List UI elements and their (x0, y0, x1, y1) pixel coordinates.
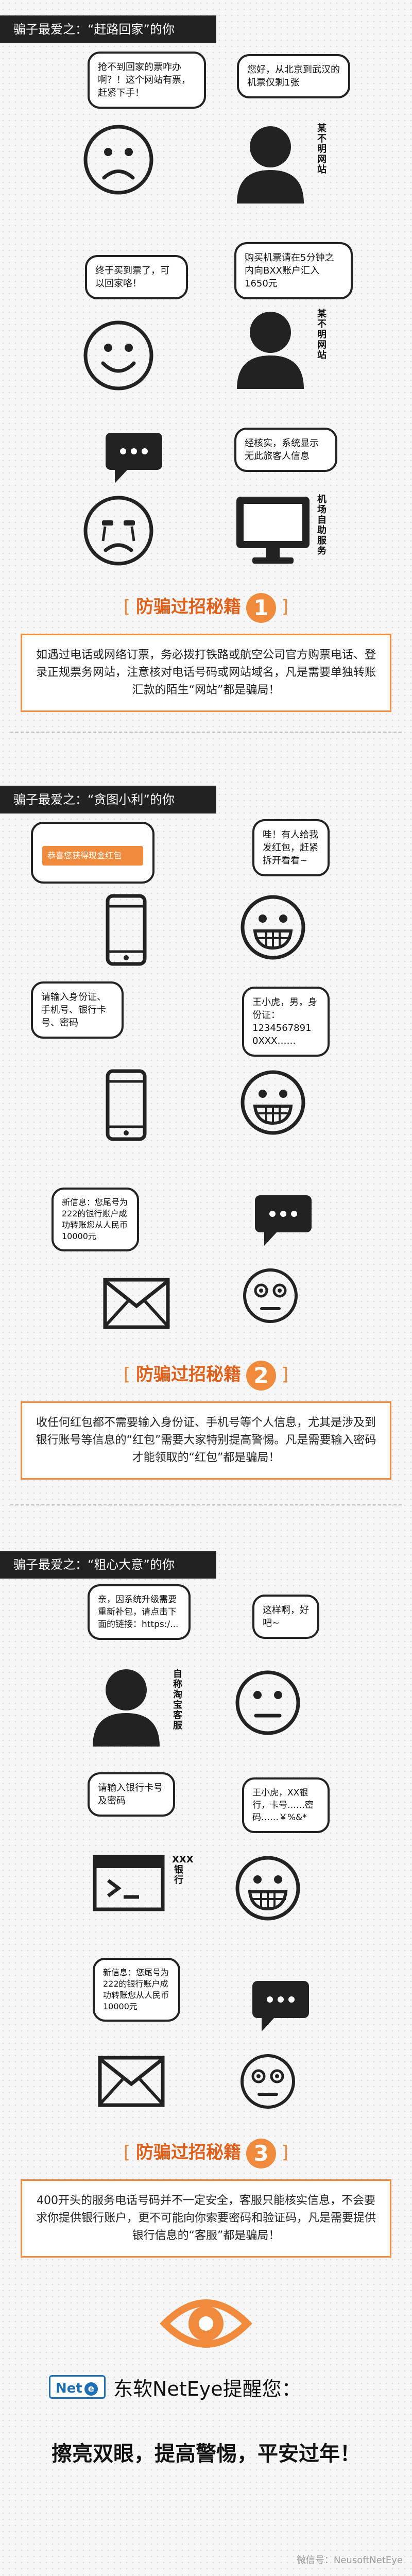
smartphone-icon (106, 1069, 147, 1141)
envelope-icon (98, 2056, 165, 2107)
browser-window-icon (93, 1855, 165, 1911)
sad-face-icon (83, 125, 153, 195)
speech-bubble-14: 新信息：您尾号为222的银行账户成功转账您从人民币10000元 (93, 1958, 180, 2022)
chat-bubble-icon (106, 433, 162, 483)
speech-bubble-10: 亲，因系统升级需要重新补包，请点击下面的链接：https:/... (88, 1584, 191, 1640)
grinning-face-icon (241, 1070, 305, 1135)
eye-icon (160, 2299, 252, 2348)
section2-banner: 骗子最爱之：“贪图小利”的你 (0, 786, 216, 814)
caption-fake-service: 自称淘宝客服 (173, 1669, 182, 1731)
person-icon (237, 312, 304, 389)
chat-bubble-icon (255, 1195, 312, 1246)
speech-bubble-3: 终于买到票了，可以回家咯！ (85, 255, 188, 299)
tip1-number: 1 (246, 592, 276, 623)
slogan: 擦亮双眼，提高警惕，平安过年！ (52, 2442, 360, 2466)
shocked-face-icon (241, 2054, 295, 2109)
section1-banner: 骗子最爱之：“赶路回家”的你 (0, 15, 216, 43)
person-icon (93, 1669, 160, 1747)
caption-unknown-site-1: 某不明网站 (317, 123, 327, 175)
tip3-number: 3 (246, 2138, 276, 2168)
neutral-face-icon (235, 1670, 300, 1735)
grinning-face-icon (241, 895, 305, 960)
tip2-text: 收任何红包都不需要输入身份证、手机号等个人信息，尤其是涉及到银行账号等信息的“红… (21, 1401, 391, 1480)
speech-bubble-phone: 恭喜您获得现金红包 (31, 822, 154, 884)
tip1-title: [ 防骗过招秘籍 1 ] (0, 592, 412, 623)
grinning-face-icon (235, 1856, 300, 1921)
tip3-title: [ 防骗过招秘籍 3 ] (0, 2138, 412, 2168)
tip3-text: 400开头的服务电话号码并不一定安全，客服只能核实信息，不会要求你提供银行账户，… (21, 2179, 391, 2258)
person-icon (237, 126, 304, 204)
section3-banner: 骗子最爱之：“粗心大意”的你 (0, 1551, 216, 1579)
speech-bubble-7: 请输入身份证、手机号、银行卡号、密码 (31, 981, 124, 1039)
brand-reminder: 东软NetEye提醒您： (113, 2378, 301, 2400)
speech-bubble-12: 请输入银行卡号及密码 (88, 1772, 175, 1817)
speech-bubble-2: 您好，从北京到武汉的机票仅剩1张 (237, 54, 350, 98)
speech-bubble-9: 新信息：您尾号为222的银行账户成功转账您从人民币10000元 (52, 1188, 139, 1251)
logo-text: Net (56, 2381, 82, 2396)
caption-airport-kiosk: 机场自助服务 (317, 494, 327, 556)
speech-bubble-1: 抢不到回家的票咋办啊？！这个网站有票，赶紧下手！ (88, 52, 206, 109)
crying-face-icon (83, 496, 153, 566)
tip1-text: 如遇过电话或网络订票，务必拨打铁路或航空公司官方购票电话、登录正规票务网站，注意… (21, 634, 391, 712)
section-divider (10, 1504, 402, 1505)
smiley-face-icon (83, 320, 153, 391)
logo-e-icon: e (84, 2382, 98, 2396)
speech-bubble-4: 购买机票请在5分钟之内向BXX账户汇入1650元 (234, 242, 353, 299)
chat-bubble-icon (252, 1981, 309, 2031)
watermark: 微信号：NeusoftNetEye (296, 2555, 403, 2566)
speech-bubble-11: 这样啊，好吧~ (252, 1595, 319, 1639)
envelope-icon (103, 1278, 170, 1329)
speech-bubble-6: 哇！有人给我发红包，赶紧拆开看看~ (252, 819, 330, 876)
speech-bubble-5: 经核实，系统显示无此旅客人信息 (234, 428, 337, 472)
tip2-title: [ 防骗过招秘籍 2 ] (0, 1360, 412, 1391)
caption-bank: XXX银行 (172, 1854, 194, 1886)
section-divider (10, 732, 402, 733)
caption-unknown-site-2: 某不明网站 (317, 309, 327, 361)
speech-bubble-13: 王小虎，XX银行，卡号……密码……￥%&* (242, 1777, 330, 1833)
tip2-number: 2 (246, 1360, 276, 1391)
kiosk-monitor-icon (236, 497, 310, 564)
smartphone-icon (106, 894, 147, 966)
neteye-logo: Net e (49, 2375, 106, 2399)
speech-bubble-8: 王小虎，男，身份证：1234567891 0XXX…… (242, 987, 330, 1057)
red-packet-notice: 恭喜您获得现金红包 (42, 846, 143, 866)
shocked-face-icon (243, 1268, 298, 1323)
